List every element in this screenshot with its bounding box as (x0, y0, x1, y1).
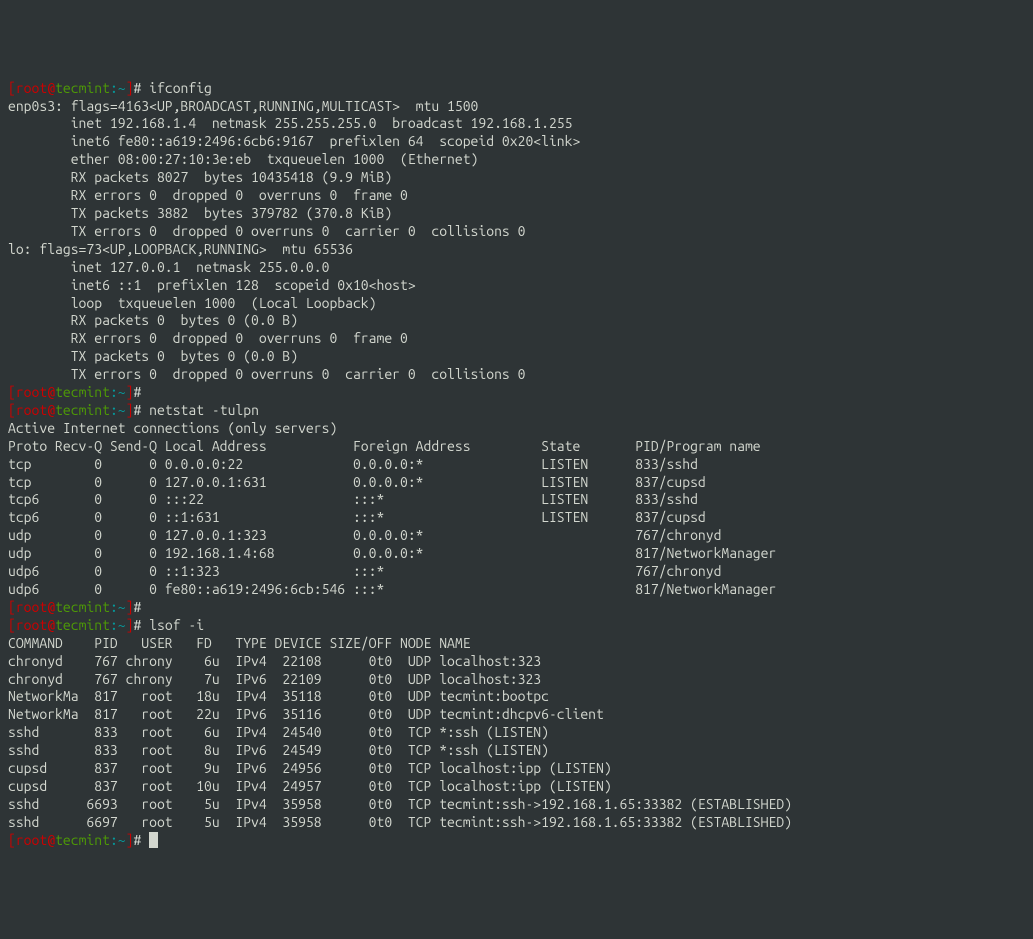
prompt-line-current[interactable]: [root@tecmint:~]# (8, 832, 1025, 850)
output-line: RX packets 0 bytes 0 (0.0 B) (8, 312, 1025, 330)
terminal-output[interactable]: [root@tecmint:~]# ifconfigenp0s3: flags=… (8, 80, 1025, 850)
output-line: tcp 0 0 0.0.0.0:22 0.0.0.0:* LISTEN 833/… (8, 456, 1025, 474)
output-line: chronyd 767 chrony 6u IPv4 22108 0t0 UDP… (8, 653, 1025, 671)
output-line: tcp6 0 0 ::1:631 :::* LISTEN 837/cupsd (8, 509, 1025, 527)
output-line: inet 192.168.1.4 netmask 255.255.255.0 b… (8, 115, 1025, 133)
output-line: TX errors 0 dropped 0 overruns 0 carrier… (8, 223, 1025, 241)
output-line: ether 08:00:27:10:3e:eb txqueuelen 1000 … (8, 151, 1025, 169)
output-line: sshd 6697 root 5u IPv4 35958 0t0 TCP tec… (8, 814, 1025, 832)
output-line: cupsd 837 root 10u IPv4 24957 0t0 TCP lo… (8, 778, 1025, 796)
output-line: sshd 833 root 6u IPv4 24540 0t0 TCP *:ss… (8, 724, 1025, 742)
output-line: NetworkMa 817 root 18u IPv4 35118 0t0 UD… (8, 688, 1025, 706)
output-line: lo: flags=73<UP,LOOPBACK,RUNNING> mtu 65… (8, 241, 1025, 259)
prompt-line: [root@tecmint:~]# lsof -i (8, 617, 1025, 635)
output-line: tcp6 0 0 :::22 :::* LISTEN 833/sshd (8, 491, 1025, 509)
output-line: inet6 ::1 prefixlen 128 scopeid 0x10<hos… (8, 277, 1025, 295)
output-line: sshd 833 root 8u IPv6 24549 0t0 TCP *:ss… (8, 742, 1025, 760)
output-line: TX packets 3882 bytes 379782 (370.8 KiB) (8, 205, 1025, 223)
output-line: udp6 0 0 ::1:323 :::* 767/chronyd (8, 563, 1025, 581)
output-line: cupsd 837 root 9u IPv6 24956 0t0 TCP loc… (8, 760, 1025, 778)
output-line: NetworkMa 817 root 22u IPv6 35116 0t0 UD… (8, 706, 1025, 724)
output-line: udp6 0 0 fe80::a619:2496:6cb:546 :::* 81… (8, 581, 1025, 599)
output-line: chronyd 767 chrony 7u IPv6 22109 0t0 UDP… (8, 671, 1025, 689)
output-line: RX packets 8027 bytes 10435418 (9.9 MiB) (8, 169, 1025, 187)
cursor (149, 832, 158, 848)
output-line: COMMAND PID USER FD TYPE DEVICE SIZE/OFF… (8, 635, 1025, 653)
output-line: udp 0 0 127.0.0.1:323 0.0.0.0:* 767/chro… (8, 527, 1025, 545)
prompt-line: [root@tecmint:~]# (8, 599, 1025, 617)
output-line: udp 0 0 192.168.1.4:68 0.0.0.0:* 817/Net… (8, 545, 1025, 563)
output-line: Proto Recv-Q Send-Q Local Address Foreig… (8, 438, 1025, 456)
output-line: inet 127.0.0.1 netmask 255.0.0.0 (8, 259, 1025, 277)
output-line: inet6 fe80::a619:2496:6cb6:9167 prefixle… (8, 133, 1025, 151)
prompt-line: [root@tecmint:~]# ifconfig (8, 80, 1025, 98)
prompt-line: [root@tecmint:~]# netstat -tulpn (8, 402, 1025, 420)
output-line: sshd 6693 root 5u IPv4 35958 0t0 TCP tec… (8, 796, 1025, 814)
output-line: Active Internet connections (only server… (8, 420, 1025, 438)
output-line: TX errors 0 dropped 0 overruns 0 carrier… (8, 366, 1025, 384)
command-lsof: lsof -i (149, 617, 204, 633)
output-line: TX packets 0 bytes 0 (0.0 B) (8, 348, 1025, 366)
output-line: enp0s3: flags=4163<UP,BROADCAST,RUNNING,… (8, 98, 1025, 116)
output-line: RX errors 0 dropped 0 overruns 0 frame 0 (8, 187, 1025, 205)
prompt-line: [root@tecmint:~]# (8, 384, 1025, 402)
output-line: loop txqueuelen 1000 (Local Loopback) (8, 295, 1025, 313)
output-line: tcp 0 0 127.0.0.1:631 0.0.0.0:* LISTEN 8… (8, 474, 1025, 492)
output-line: RX errors 0 dropped 0 overruns 0 frame 0 (8, 330, 1025, 348)
command-ifconfig: ifconfig (149, 80, 212, 96)
command-netstat: netstat -tulpn (149, 402, 259, 418)
